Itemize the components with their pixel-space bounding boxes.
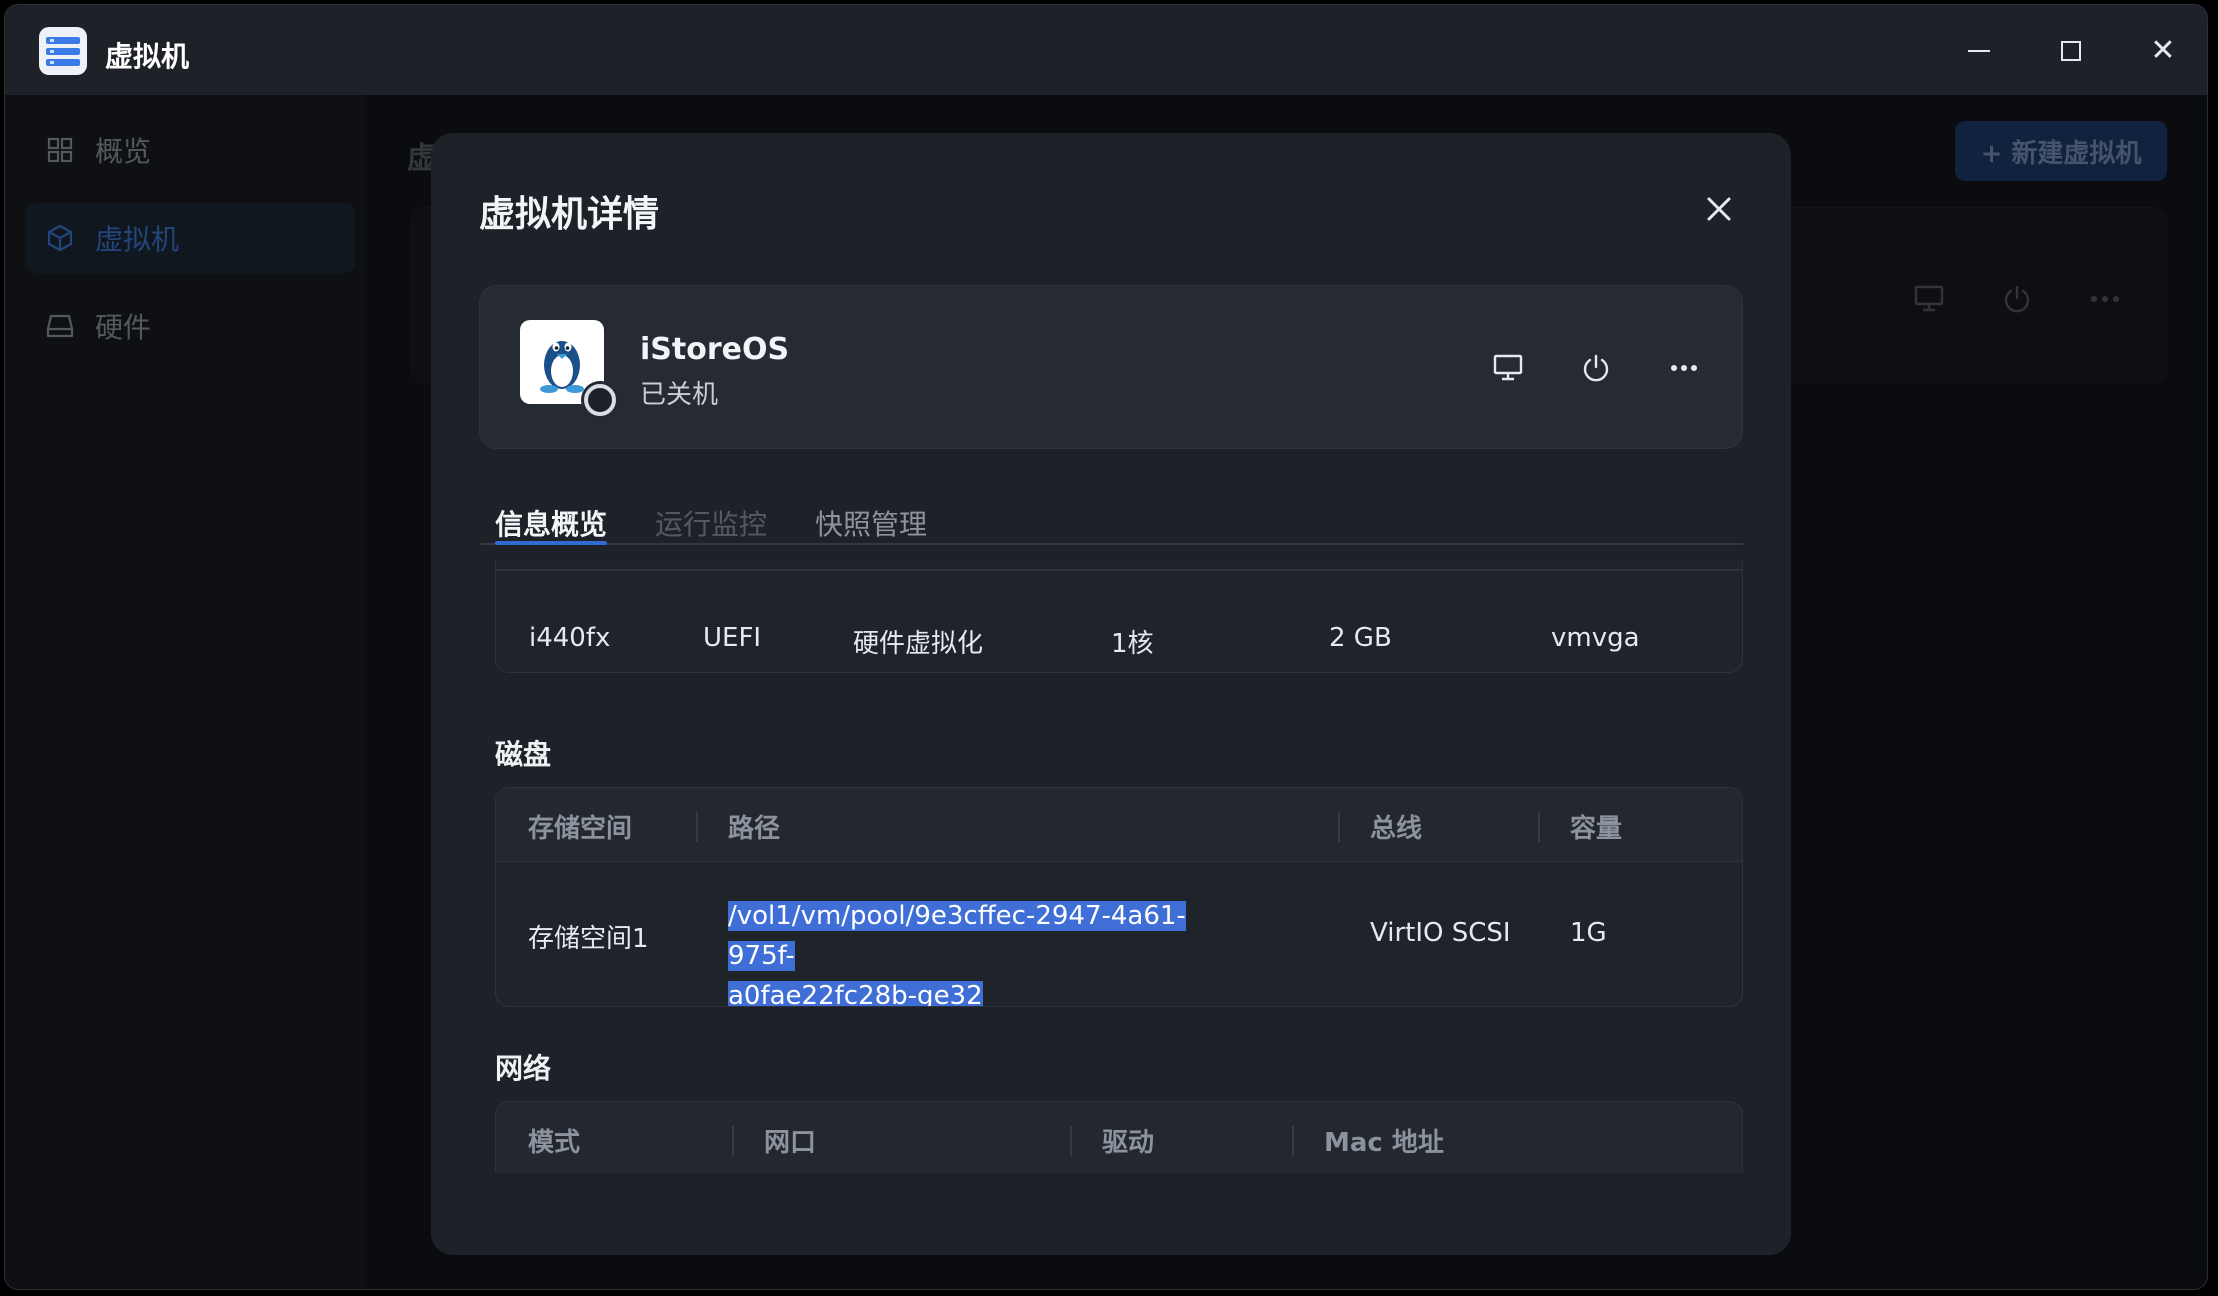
spec-memory: 2 GB <box>1329 623 1392 653</box>
column-divider <box>696 812 698 842</box>
column-header: 总线 <box>1370 814 1423 844</box>
tab-monitoring[interactable]: 运行监控 <box>655 503 767 543</box>
disk-bus-cell: VirtIO SCSI <box>1370 918 1511 948</box>
spec-virtualization: 硬件虚拟化 <box>853 629 984 659</box>
column-header: 容量 <box>1570 814 1623 844</box>
vm-summary-card: iStoreOS 已关机 <box>479 285 1743 449</box>
console-button[interactable] <box>1488 348 1528 388</box>
dialog-close-button[interactable] <box>1699 189 1739 229</box>
minimize-button[interactable] <box>1961 33 1997 69</box>
disk-table-header: 存储空间 路径 总线 容量 <box>496 788 1742 862</box>
disk-table: 存储空间 路径 总线 容量 存储空间1 /vol1/vm/pool/9e3cff… <box>495 787 1743 1007</box>
maximize-button[interactable] <box>2053 33 2089 69</box>
column-divider <box>1070 1126 1072 1156</box>
spec-cpu: 1核 <box>1111 629 1154 659</box>
disk-storage-cell: 存储空间1 <box>528 924 649 954</box>
monitor-icon <box>1493 354 1523 381</box>
app-window: 虚拟机 ✕ 概览 虚拟机 硬件 虚 + 新建虚拟机 虚拟机详情 iStoreOS… <box>4 4 2208 1290</box>
app-logo-icon <box>39 27 87 75</box>
dialog-title: 虚拟机详情 <box>479 194 660 235</box>
power-icon <box>1583 354 1609 382</box>
spec-chipset: i440fx <box>529 623 611 653</box>
more-icon <box>1671 365 1697 371</box>
dialog-footer-mask <box>431 1173 1791 1255</box>
title-bar[interactable]: 虚拟机 ✕ <box>5 5 2207 95</box>
app-title: 虚拟机 <box>105 40 190 73</box>
maximize-icon <box>2061 41 2081 61</box>
column-divider <box>1292 1126 1294 1156</box>
path-line: a0fae22fc28b-ge32 <box>728 981 983 1006</box>
column-header: 路径 <box>728 814 781 844</box>
column-header: 网口 <box>764 1128 817 1158</box>
column-divider <box>1338 812 1340 842</box>
column-divider <box>732 1126 734 1156</box>
column-divider <box>1538 812 1540 842</box>
minimize-icon <box>1968 50 1990 52</box>
detail-tabs: 信息概览 运行监控 快照管理 <box>479 485 1743 545</box>
disk-path-cell[interactable]: /vol1/vm/pool/9e3cffec-2947-4a61-975f- a… <box>728 896 1248 1006</box>
spec-firmware: UEFI <box>703 623 762 653</box>
tab-info-overview[interactable]: 信息概览 <box>495 503 607 543</box>
more-options-button[interactable] <box>1664 348 1704 388</box>
close-icon <box>1707 197 1731 221</box>
column-header: 驱动 <box>1102 1128 1155 1158</box>
column-header: 存储空间 <box>528 814 633 844</box>
disk-section-title: 磁盘 <box>495 738 552 771</box>
column-header: 模式 <box>528 1128 581 1158</box>
close-icon: ✕ <box>2150 33 2176 68</box>
close-window-button[interactable]: ✕ <box>2145 33 2181 69</box>
status-indicator <box>584 384 616 416</box>
divider <box>495 569 1743 571</box>
power-button[interactable] <box>1576 348 1616 388</box>
network-section-title: 网络 <box>495 1052 552 1085</box>
spec-display: vmvga <box>1551 623 1640 653</box>
column-header: Mac 地址 <box>1324 1128 1444 1158</box>
vm-name: iStoreOS <box>640 332 790 367</box>
network-table-header: 模式 网口 驱动 Mac 地址 <box>496 1102 1742 1176</box>
active-tab-indicator <box>495 541 607 545</box>
vm-detail-dialog: 虚拟机详情 iStoreOS 已关机 信息概览 运行监控 快照管理 i440fx… <box>431 133 1791 1255</box>
disk-capacity-cell: 1G <box>1570 918 1607 948</box>
tab-snapshots[interactable]: 快照管理 <box>815 503 927 543</box>
path-line: /vol1/vm/pool/9e3cffec-2947-4a61-975f- <box>728 901 1186 971</box>
vm-status: 已关机 <box>640 380 719 410</box>
